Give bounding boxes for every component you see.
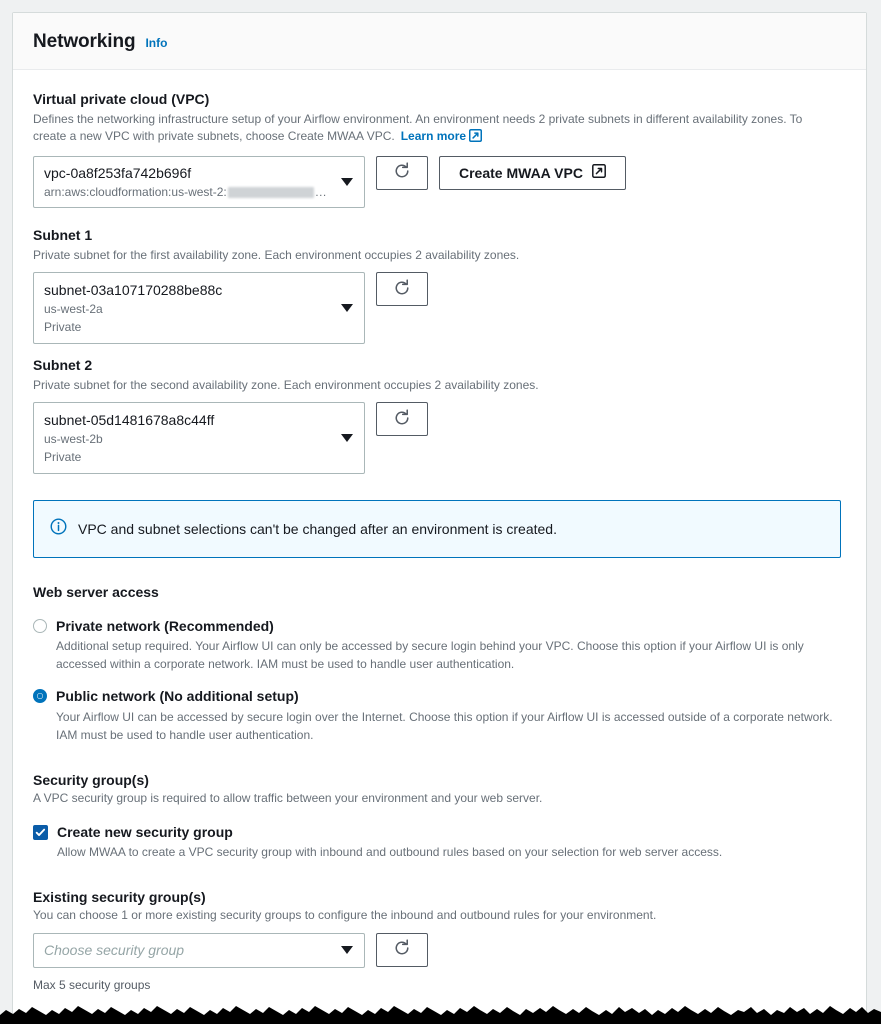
radio-private-network-label: Private network (Recommended) [56, 618, 274, 635]
redacted-account-id [227, 186, 314, 198]
card-body: Virtual private cloud (VPC) Defines the … [13, 70, 866, 1022]
subnet2-field: Subnet 2 Private subnet for the second a… [33, 356, 846, 475]
checkbox-create-new-security-group-body: Create new security group Allow MWAA to … [57, 822, 722, 861]
subnet1-availability-zone: us-west-2a [44, 302, 103, 317]
vpc-select[interactable]: vpc-0a8f253fa742b696f arn:aws:cloudforma… [33, 155, 365, 209]
external-link-icon [469, 129, 483, 147]
existing-security-groups-title: Existing security group(s) [33, 889, 206, 906]
radio-public-network-body: Public network (No additional setup) You… [56, 686, 846, 743]
subnet2-label: Subnet 2 [33, 357, 93, 374]
vpc-arn-suffix: … [314, 184, 327, 199]
vpc-selected-value: vpc-0a8f253fa742b696f [44, 164, 192, 181]
chevron-down-icon [341, 177, 353, 186]
subnet2-description: Private subnet for the second availabili… [33, 378, 539, 393]
radio-option-private-network[interactable]: Private network (Recommended) Additional… [33, 616, 846, 673]
existing-security-groups-description: You can choose 1 or more existing securi… [33, 908, 657, 923]
checkbox-create-new-security-group-description: Allow MWAA to create a VPC security grou… [57, 845, 723, 860]
check-icon [35, 828, 46, 837]
checkbox-create-new-security-group-label: Create new security group [57, 824, 233, 841]
radio-private-network-description: Additional setup required. Your Airflow … [56, 639, 804, 672]
chevron-down-icon [341, 946, 353, 955]
vpc-refresh-button[interactable] [376, 155, 428, 190]
learn-more-link[interactable]: Learn more [400, 129, 483, 144]
subnet1-label: Subnet 1 [33, 227, 93, 244]
subnet1-refresh-button[interactable] [376, 272, 428, 307]
refresh-icon [393, 162, 411, 183]
vpc-field: Virtual private cloud (VPC) Defines the … [33, 90, 846, 209]
refresh-icon [393, 409, 411, 430]
radio-public-network-label: Public network (No additional setup) [56, 688, 299, 705]
learn-more-label: Learn more [400, 129, 467, 144]
refresh-icon [393, 939, 411, 960]
vpc-label: Virtual private cloud (VPC) [33, 91, 210, 107]
web-server-access-section: Web server access Private network (Recom… [33, 584, 846, 744]
subnet1-selected-value: subnet-03a107170288be88c [44, 282, 223, 299]
checkbox-create-new-security-group[interactable]: Create new security group Allow MWAA to … [33, 822, 846, 861]
vpc-control-row: vpc-0a8f253fa742b696f arn:aws:cloudforma… [33, 155, 846, 209]
chevron-down-icon [341, 434, 353, 443]
radio-public-network-description: Your Airflow UI can be accessed by secur… [56, 709, 833, 742]
subnet1-select[interactable]: subnet-03a107170288be88c us-west-2a Priv… [33, 272, 365, 345]
security-groups-description: A VPC security group is required to allo… [33, 790, 543, 805]
networking-card: Networking Info Virtual private cloud (V… [12, 12, 867, 1023]
radio-option-public-network[interactable]: Public network (No additional setup) You… [33, 686, 846, 743]
radio-private-network-body: Private network (Recommended) Additional… [56, 616, 846, 673]
subnet1-description: Private subnet for the first availabilit… [33, 247, 520, 262]
radio-public-network-icon[interactable] [33, 689, 47, 704]
networking-page: Networking Info Virtual private cloud (V… [0, 0, 881, 1024]
subnet1-visibility: Private [44, 319, 82, 334]
subnet2-visibility: Private [44, 449, 82, 464]
info-circle-icon [50, 518, 67, 540]
web-server-access-title: Web server access [33, 584, 159, 601]
checkbox-create-new-security-group-icon[interactable] [33, 825, 48, 841]
existing-security-group-select[interactable]: Choose security group [33, 932, 365, 968]
vpc-arn: arn:aws:cloudformation:us-west-2: … [44, 184, 330, 201]
subnet2-control-row: subnet-05d1481678a8c44ff us-west-2b Priv… [33, 402, 846, 475]
refresh-icon [393, 279, 411, 300]
alert-text: VPC and subnet selections can't be chang… [78, 521, 557, 538]
chevron-down-icon [341, 304, 353, 313]
page-title: Networking [33, 31, 136, 52]
vpc-arn-prefix: arn:aws:cloudformation:us-west-2: [44, 184, 227, 199]
create-mwaa-vpc-button[interactable]: Create MWAA VPC [439, 155, 626, 190]
subnet2-select[interactable]: subnet-05d1481678a8c44ff us-west-2b Priv… [33, 402, 365, 475]
card-header: Networking Info [13, 13, 866, 70]
subnet2-availability-zone: us-west-2b [44, 432, 103, 447]
existing-security-groups-section: Existing security group(s) You can choos… [33, 889, 846, 992]
info-link[interactable]: Info [145, 36, 167, 50]
subnet1-field: Subnet 1 Private subnet for the first av… [33, 226, 846, 345]
existing-security-groups-control-row: Choose security group [33, 932, 846, 968]
security-groups-section: Security group(s) A VPC security group i… [33, 772, 846, 862]
existing-security-group-placeholder: Choose security group [44, 941, 185, 958]
vpc-immutable-alert: VPC and subnet selections can't be chang… [33, 500, 841, 559]
external-link-icon [592, 164, 606, 181]
existing-security-groups-refresh-button[interactable] [376, 932, 428, 967]
subnet2-refresh-button[interactable] [376, 402, 428, 437]
subnet1-control-row: subnet-03a107170288be88c us-west-2a Priv… [33, 272, 846, 345]
radio-private-network-icon[interactable] [33, 619, 47, 634]
vpc-description: Defines the networking infrastructure se… [33, 111, 833, 148]
subnet2-selected-value: subnet-05d1481678a8c44ff [44, 412, 215, 429]
create-mwaa-vpc-label: Create MWAA VPC [459, 164, 583, 181]
max-security-groups-helper: Max 5 security groups [33, 977, 151, 992]
security-groups-title: Security group(s) [33, 771, 149, 788]
